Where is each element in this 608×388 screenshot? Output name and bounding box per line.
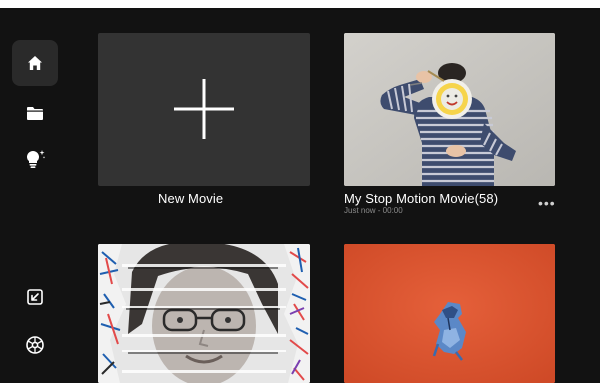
project-thumbnail-image (344, 244, 555, 383)
sidebar-item-home[interactable] (12, 40, 58, 86)
plus-icon (174, 79, 234, 139)
project-title: My Stop Motion Movie(58) (344, 191, 499, 206)
new-movie-label: New Movie (158, 191, 224, 206)
project-thumbnail[interactable] (98, 244, 310, 383)
app-screen: New Movie My Stop Motion Movie(58) Just … (0, 8, 600, 383)
lightbulb-icon (27, 150, 46, 168)
sidebar-item-ideas[interactable] (12, 136, 58, 182)
new-movie-tile[interactable] (98, 33, 310, 186)
home-icon (28, 56, 42, 70)
more-options-button[interactable]: ••• (538, 196, 556, 210)
project-thumbnail[interactable] (344, 244, 555, 383)
folder-icon (27, 107, 43, 120)
import-icon (27, 289, 43, 305)
project-thumbnail-image (98, 244, 310, 383)
project-thumbnail[interactable] (344, 33, 555, 186)
project-thumbnail-image (344, 33, 555, 186)
sidebar-item-import[interactable] (12, 274, 58, 320)
sidebar-item-settings[interactable] (12, 322, 58, 368)
project-subtitle: Just now - 00:00 (344, 206, 403, 215)
sidebar-item-folder[interactable] (12, 90, 58, 136)
gear-icon (26, 336, 44, 354)
